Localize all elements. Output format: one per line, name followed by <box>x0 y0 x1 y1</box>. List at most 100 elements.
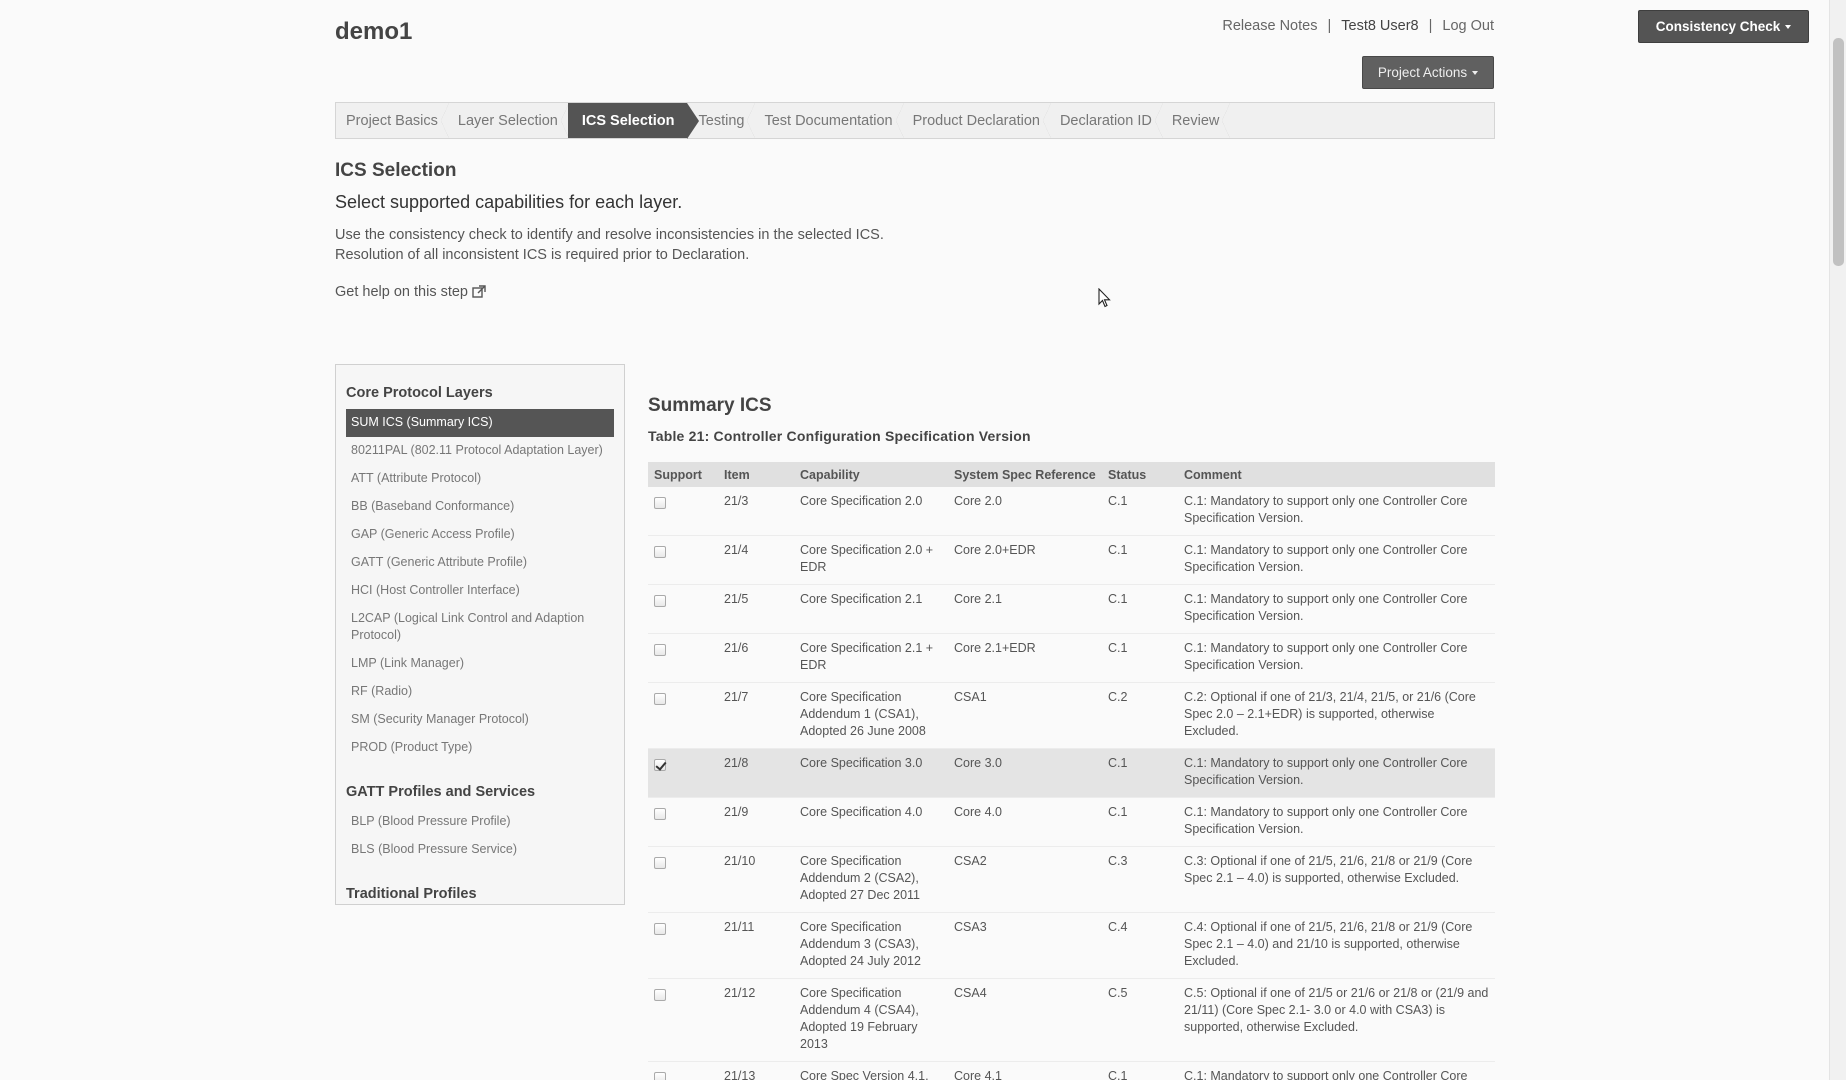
comment-cell: C.1: Mandatory to support only one Contr… <box>1178 535 1495 585</box>
capability-cell: Core Specification 2.0 <box>794 487 948 536</box>
mouse-cursor-icon <box>1098 288 1111 308</box>
support-checkbox[interactable] <box>654 546 666 558</box>
item-cell: 21/3 <box>718 487 794 536</box>
release-notes-link[interactable]: Release Notes <box>1222 18 1317 34</box>
step-ics-selection[interactable]: ICS Selection <box>567 103 699 139</box>
sidebar-item-att[interactable]: ATT (Attribute Protocol) <box>346 465 614 493</box>
ref-cell: CSA4 <box>948 978 1102 1062</box>
sidebar-item-gatt[interactable]: GATT (Generic Attribute Profile) <box>346 549 614 577</box>
column-header: Support <box>648 462 718 487</box>
support-checkbox[interactable] <box>654 759 666 771</box>
support-cell <box>648 748 718 798</box>
scrollbar-thumb[interactable] <box>1833 38 1844 266</box>
support-cell <box>648 912 718 979</box>
comment-cell: C.1: Mandatory to support only one Contr… <box>1178 487 1495 536</box>
support-cell <box>648 682 718 749</box>
ref-cell: Core 4.0 <box>948 797 1102 847</box>
support-checkbox[interactable] <box>654 857 666 869</box>
page-scrollbar[interactable] <box>1829 0 1846 1080</box>
item-cell: 21/6 <box>718 633 794 683</box>
capability-cell: Core Spec Version 4.1, Adopted 03 Decemb… <box>794 1061 948 1080</box>
table-row: 21/6 Core Specification 2.1 + EDR Core 2.1… <box>648 633 1495 683</box>
support-cell <box>648 633 718 683</box>
status-cell: C.5 <box>1102 978 1178 1062</box>
project-actions-button[interactable]: Project Actions <box>1362 56 1494 89</box>
sidebar-item-blp[interactable]: BLP (Blood Pressure Profile) <box>346 808 614 836</box>
wizard-steps: Project Basics Layer Selection ICS Selec… <box>335 102 1495 139</box>
table-header-row: Support Item Capability System Spec Refe… <box>648 462 1495 487</box>
intro-line-2: Resolution of all inconsistent ICS is re… <box>335 247 750 263</box>
comment-cell: C.1: Mandatory to support only one Contr… <box>1178 584 1495 634</box>
support-checkbox[interactable] <box>654 497 666 509</box>
brand-title: demo1 <box>335 18 413 45</box>
sidebar-item-bb[interactable]: BB (Baseband Conformance) <box>346 493 614 521</box>
sidebar-item-rf[interactable]: RF (Radio) <box>346 678 614 706</box>
capability-cell: Core Specification 4.0 <box>794 797 948 847</box>
consistency-check-button[interactable]: Consistency Check <box>1638 10 1809 43</box>
summary-title: Summary ICS <box>648 395 772 416</box>
sidebar-item-sm[interactable]: SM (Security Manager Protocol) <box>346 706 614 734</box>
sidebar-item-l2cap[interactable]: L2CAP (Logical Link Control and Adaption… <box>346 605 614 650</box>
support-cell <box>648 535 718 585</box>
step-review[interactable]: Review <box>1162 103 1230 138</box>
separator: | <box>1428 18 1433 34</box>
table-row: 21/9 Core Specification 4.0 Core 4.0 C.1 C.1… <box>648 797 1495 847</box>
support-checkbox[interactable] <box>654 923 666 935</box>
capability-cell: Core Specification Addendum 4 (CSA4), Ad… <box>794 978 948 1062</box>
status-cell: C.1 <box>1102 748 1178 798</box>
sidebar-item-hci[interactable]: HCI (Host Controller Interface) <box>346 577 614 605</box>
table-caption: Table 21: Controller Configuration Speci… <box>648 428 1031 444</box>
comment-cell: C.1: Mandatory to support only one Contr… <box>1178 1061 1495 1080</box>
capability-cell: Core Specification Addendum 2 (CSA2), Ad… <box>794 846 948 913</box>
step-project-basics[interactable]: Project Basics <box>336 103 449 138</box>
step-test-documentation[interactable]: Test Documentation <box>754 103 904 138</box>
sidebar-group-title[interactable]: Traditional Profiles <box>346 886 614 902</box>
item-cell: 21/8 <box>718 748 794 798</box>
support-checkbox[interactable] <box>654 693 666 705</box>
support-cell <box>648 978 718 1062</box>
layer-sidebar: Core Protocol Layers SUM ICS (Summary IC… <box>335 364 625 905</box>
sidebar-item-sum[interactable]: SUM ICS (Summary ICS) <box>346 409 614 437</box>
support-checkbox[interactable] <box>654 808 666 820</box>
capability-cell: Core Specification 2.0 + EDR <box>794 535 948 585</box>
page-intro: Use the consistency check to identify an… <box>335 225 884 265</box>
caret-down-icon <box>1785 24 1792 29</box>
comment-cell: C.5: Optional if one of 21/5 or 21/6 or … <box>1178 978 1495 1062</box>
step-declaration-id[interactable]: Declaration ID <box>1050 103 1163 138</box>
support-checkbox[interactable] <box>654 595 666 607</box>
status-cell: C.1 <box>1102 584 1178 634</box>
comment-cell: C.1: Mandatory to support only one Contr… <box>1178 797 1495 847</box>
step-layer-selection[interactable]: Layer Selection <box>448 103 569 138</box>
item-cell: 21/11 <box>718 912 794 979</box>
status-cell: C.1 <box>1102 797 1178 847</box>
help-link[interactable]: Get help on this step <box>335 284 486 300</box>
table-row: 21/13Core Spec Version 4.1, Adopted 03 D… <box>648 1061 1495 1080</box>
table-row: 21/7 Core Specification Addendum 1 (CSA1)… <box>648 682 1495 749</box>
sidebar-item-gap[interactable]: GAP (Generic Access Profile) <box>346 521 614 549</box>
support-cell <box>648 846 718 913</box>
capability-cell: Core Specification 3.0 <box>794 748 948 798</box>
sidebar-item-80211pal[interactable]: 80211PAL (802.11 Protocol Adaptation Lay… <box>346 437 614 465</box>
intro-line-1: Use the consistency check to identify an… <box>335 227 884 243</box>
capability-cell: Core Specification Addendum 3 (CSA3), Ad… <box>794 912 948 979</box>
caret-down-icon <box>1472 70 1479 75</box>
page-title: ICS Selection <box>335 160 457 181</box>
support-checkbox[interactable] <box>654 1072 666 1080</box>
comment-cell: C.3: Optional if one of 21/5, 21/6, 21/8… <box>1178 846 1495 913</box>
sidebar-item-prod[interactable]: PROD (Product Type) <box>346 734 614 762</box>
sidebar-item-lmp[interactable]: LMP (Link Manager) <box>346 650 614 678</box>
external-link-icon <box>472 285 486 298</box>
ref-cell: CSA1 <box>948 682 1102 749</box>
support-checkbox[interactable] <box>654 644 666 656</box>
status-cell: C.3 <box>1102 846 1178 913</box>
support-checkbox[interactable] <box>654 989 666 1001</box>
sidebar-item-bls[interactable]: BLS (Blood Pressure Service) <box>346 836 614 864</box>
column-header: Comment <box>1178 462 1495 487</box>
ics-table: Support Item Capability System Spec Refe… <box>648 462 1495 1080</box>
item-cell: 21/12 <box>718 978 794 1062</box>
logout-link[interactable]: Log Out <box>1442 18 1494 34</box>
user-link[interactable]: Test8 User8 <box>1341 18 1418 34</box>
step-product-declaration[interactable]: Product Declaration <box>903 103 1052 138</box>
item-cell: 21/9 <box>718 797 794 847</box>
column-header: Status <box>1102 462 1178 487</box>
